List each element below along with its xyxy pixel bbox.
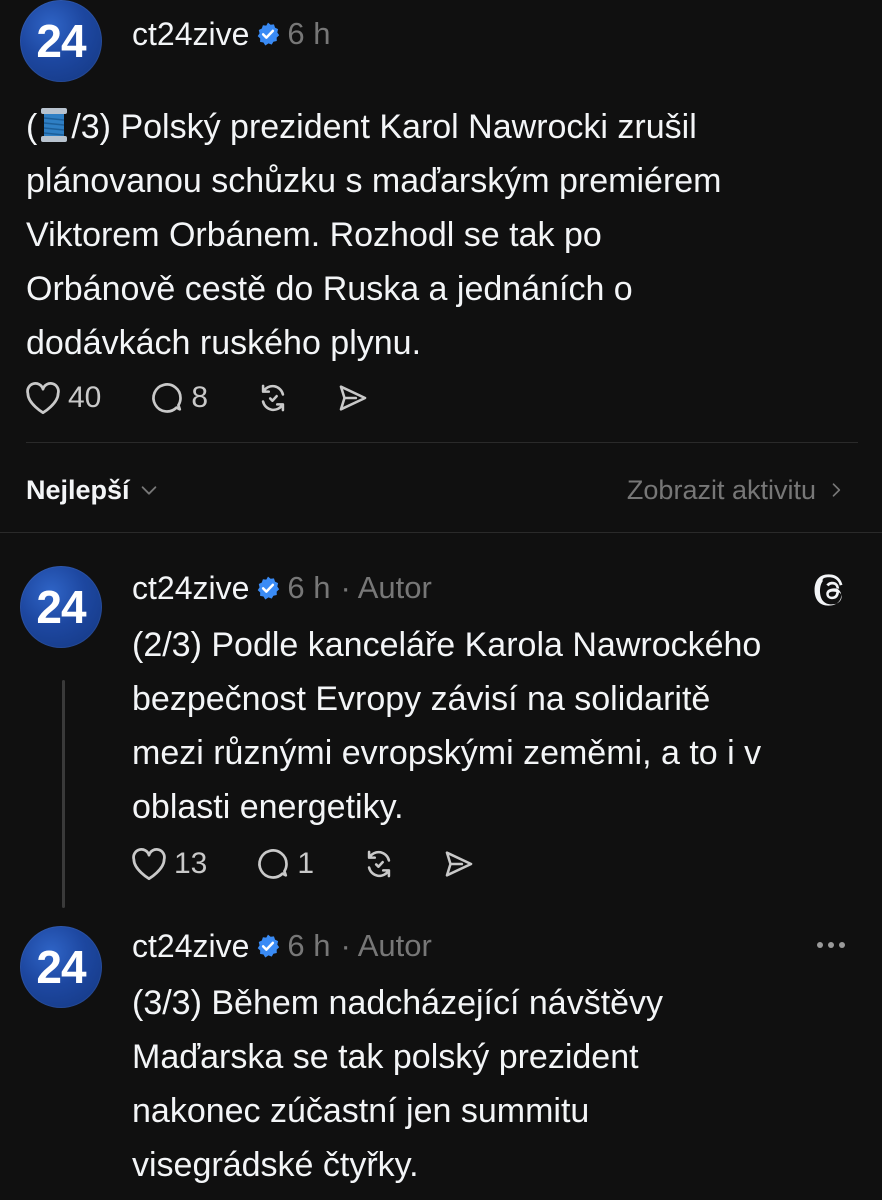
like-button[interactable]: 40 bbox=[24, 381, 101, 415]
share-icon bbox=[339, 385, 367, 411]
share-button[interactable] bbox=[336, 381, 370, 415]
post-time: 6 h bbox=[287, 16, 331, 51]
author-handle[interactable]: ct24zive bbox=[132, 570, 249, 607]
post-time: 6 h bbox=[287, 570, 331, 605]
avatar-label: 24 bbox=[36, 941, 86, 993]
comment-icon bbox=[152, 383, 183, 413]
post-text: (2/3) Podle kanceláře Karola Nawrockého … bbox=[132, 618, 872, 834]
post-text-line: nakonec zúčastní jen summitu bbox=[132, 1092, 590, 1130]
post-text-line: (3/3) Během nadcházející návštěvy bbox=[132, 984, 664, 1022]
like-count: 40 bbox=[68, 381, 102, 414]
like-button[interactable]: 13 bbox=[130, 847, 207, 881]
author-handle[interactable]: ct24zive bbox=[132, 928, 249, 965]
sort-dropdown[interactable]: Nejlepší bbox=[26, 470, 160, 510]
post-text-first: /3) Polský prezident Karol Nawrocki zruš… bbox=[71, 108, 697, 146]
author-handle[interactable]: ct24zive bbox=[132, 16, 249, 53]
heart-icon bbox=[26, 382, 60, 415]
post-text-line: dodávkách ruského plynu. bbox=[26, 324, 422, 362]
view-activity-label: Zobrazit aktivitu bbox=[626, 474, 816, 505]
comment-count: 1 bbox=[297, 847, 315, 880]
repost-button[interactable] bbox=[362, 847, 396, 881]
repost-button[interactable] bbox=[256, 381, 290, 415]
comment-icon bbox=[258, 849, 289, 879]
avatar[interactable]: 24 bbox=[20, 926, 102, 1008]
post-text-line: Maďarska se tak polský prezident bbox=[132, 1038, 639, 1076]
heart-icon bbox=[132, 848, 166, 881]
threads-logo-icon[interactable] bbox=[812, 572, 848, 608]
avatar[interactable]: 24 bbox=[20, 0, 102, 82]
post-header: ct24zive 6 h · Autor bbox=[132, 566, 432, 610]
avatar[interactable]: 24 bbox=[20, 566, 102, 648]
chevron-down-icon bbox=[141, 486, 156, 495]
author-tag: · Autor bbox=[340, 928, 432, 963]
post-text-line: oblasti energetiky. bbox=[132, 788, 404, 826]
author-tag: · Autor bbox=[340, 570, 432, 605]
post-text: ( /3) Polský prezident Karol Nawrocki zr… bbox=[26, 100, 866, 370]
thread-line bbox=[62, 680, 65, 908]
verified-badge-icon bbox=[258, 22, 280, 46]
post-time: 6 h bbox=[287, 928, 331, 963]
divider bbox=[26, 442, 858, 443]
post-text-line: bezpečnost Evropy závisí na solidaritě bbox=[132, 680, 711, 718]
like-count: 13 bbox=[174, 847, 208, 880]
post-actions: 40 8 bbox=[24, 376, 370, 420]
view-activity-link[interactable]: Zobrazit aktivitu bbox=[627, 470, 846, 510]
repost-icon bbox=[261, 384, 285, 412]
share-icon bbox=[445, 851, 473, 877]
post-text-line: ( /3) Polský prezident Karol Nawrocki zr… bbox=[26, 100, 866, 154]
avatar-label: 24 bbox=[36, 15, 86, 67]
more-icon[interactable] bbox=[812, 930, 850, 960]
divider bbox=[0, 532, 882, 533]
post-text-line: visegrádské čtyřky. bbox=[132, 1146, 419, 1184]
verified-badge-icon bbox=[258, 576, 280, 600]
thread-spool-icon bbox=[41, 108, 68, 142]
post-text-line: Orbánově cestě do Ruska a jednáních o bbox=[26, 270, 633, 308]
post-text-line: plánovanou schůzku s maďarským premiérem bbox=[26, 162, 722, 200]
repost-icon bbox=[367, 850, 391, 878]
verified-badge-icon bbox=[258, 934, 280, 958]
post-header: ct24zive 6 h bbox=[132, 12, 331, 56]
post-text: (3/3) Během nadcházející návštěvy Maďars… bbox=[132, 976, 872, 1192]
comment-button[interactable]: 1 bbox=[255, 846, 314, 882]
post-text-line: mezi různými evropskými zeměmi, a to i v bbox=[132, 734, 762, 772]
post-actions: 13 1 bbox=[130, 842, 476, 886]
thread-prefix: ( bbox=[26, 108, 38, 146]
comment-button[interactable]: 8 bbox=[149, 380, 208, 416]
comment-count: 8 bbox=[191, 381, 209, 414]
post-text-line: Viktorem Orbánem. Rozhodl se tak po bbox=[26, 216, 602, 254]
chevron-right-icon bbox=[832, 483, 841, 497]
avatar-label: 24 bbox=[36, 581, 86, 633]
share-button[interactable] bbox=[442, 847, 476, 881]
post-header: ct24zive 6 h · Autor bbox=[132, 924, 432, 968]
post-text-line: (2/3) Podle kanceláře Karola Nawrockého bbox=[132, 626, 762, 664]
sort-label: Nejlepší bbox=[26, 474, 130, 505]
